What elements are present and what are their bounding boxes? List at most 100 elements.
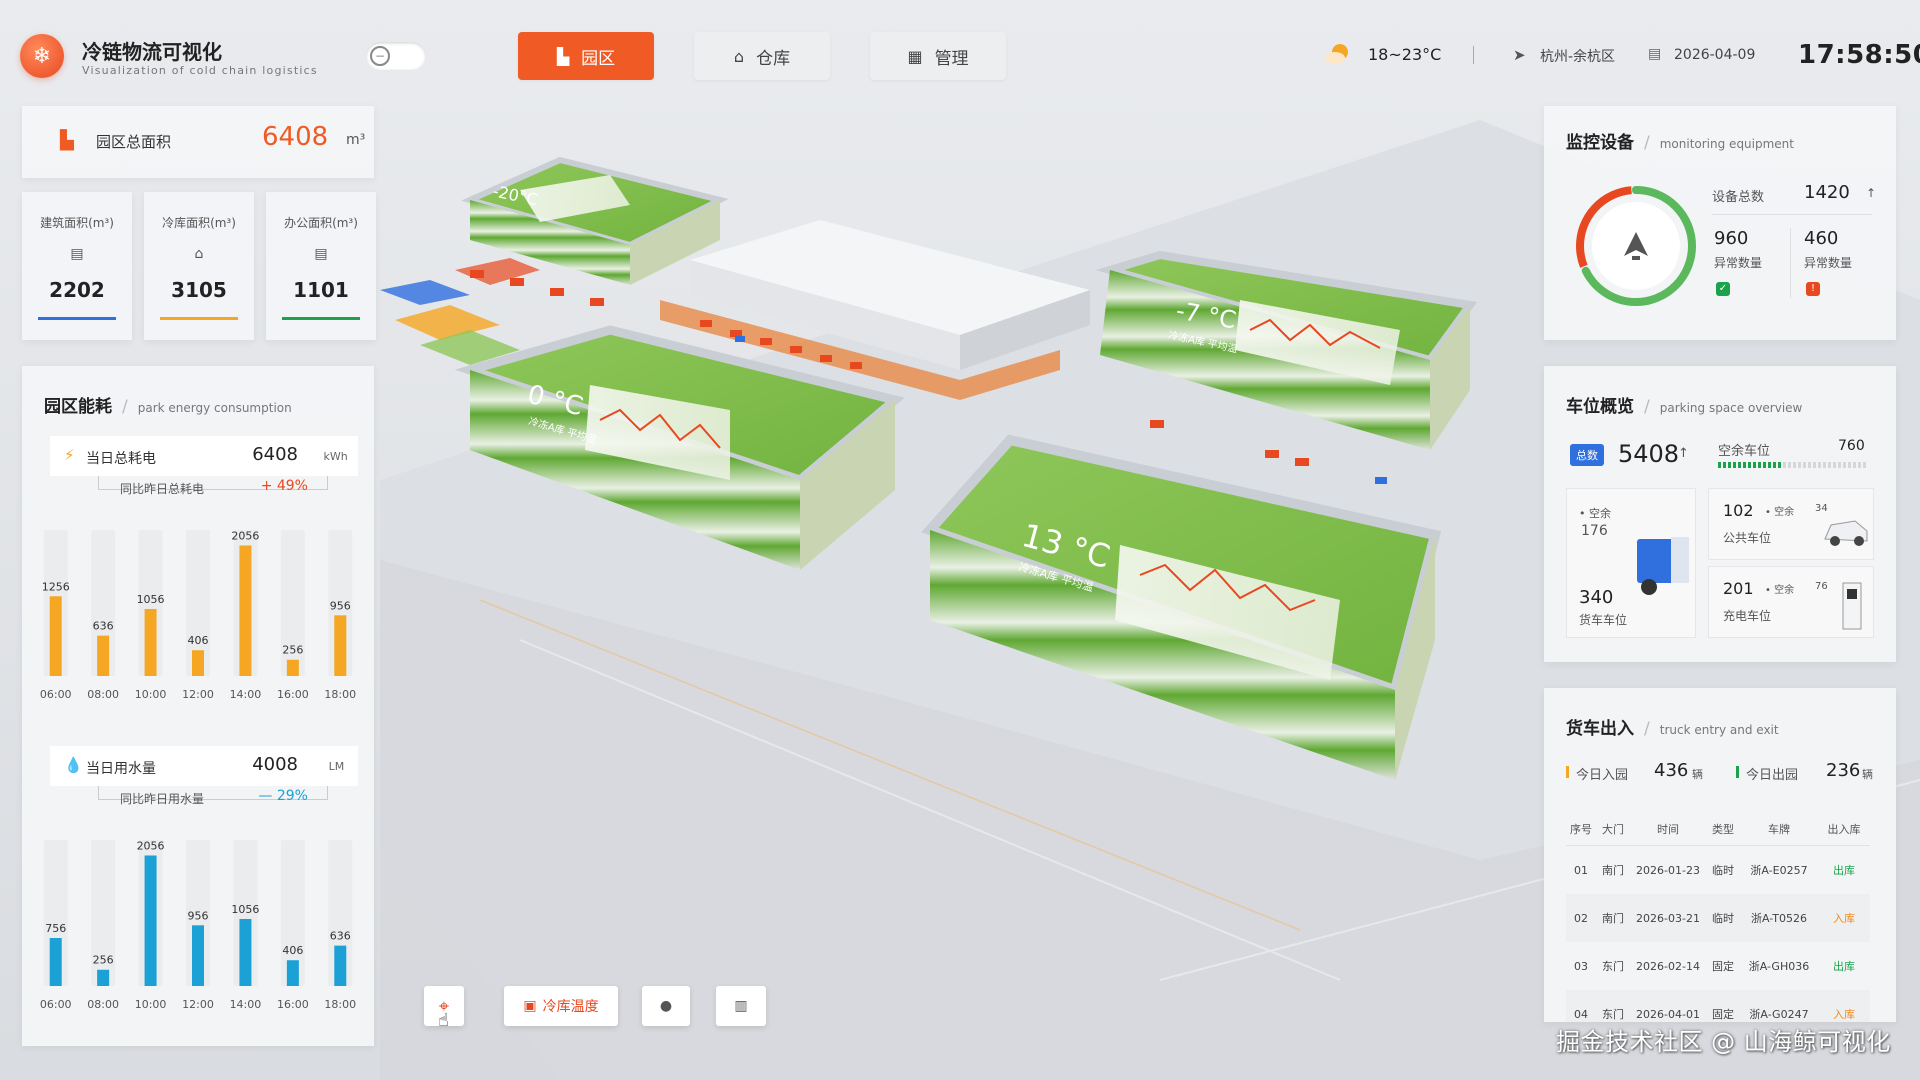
progress-dot [1813,462,1816,468]
truck-title-text: 货车出入 [1566,719,1634,739]
progress-dot [1723,462,1726,468]
charging-parking-card[interactable]: 201 • 空余 76 充电车位 [1708,566,1874,638]
table-row[interactable]: 02 南门 2026-03-21 临时 浙A-T0526 入库 [1566,894,1870,942]
bar[interactable] [144,608,157,676]
building-button[interactable]: ▥ [716,986,766,1026]
truck-spaces-label: 货车车位 [1579,613,1628,627]
bar[interactable] [192,925,204,986]
tab-manage[interactable]: ▦ 管理 [870,32,1006,80]
charging-station-icon [1842,582,1862,630]
power-value: 6408 [252,444,298,465]
progress-dot [1763,462,1766,468]
water-button[interactable]: ● [642,986,690,1026]
progress-dot [1728,462,1731,468]
row-index: 04 [1574,1007,1588,1021]
row-gate: 南门 [1602,912,1624,925]
water-bar-chart: 756 06:00 256 08:00 2056 10:00 956 12:00 1056 14:… [40,839,356,1011]
office-area-label: 办公面积(m³) [284,216,358,230]
table-header: 序号 大门 时间 类型 车牌 出入库 [1566,812,1870,846]
building-area-value: 2202 [49,278,105,302]
clock-time: 17:58:50 [1798,40,1920,70]
bar[interactable] [239,545,252,676]
progress-dot [1858,462,1861,468]
bar-value-label: 956 [188,909,209,922]
progress-dot [1798,462,1801,468]
total-area-value: 6408 [262,122,329,152]
bar[interactable] [97,969,110,986]
total-area-panel: ▙ 园区总面积 6408 m³ [22,106,374,178]
truck-spaces-value: 340 [1579,587,1614,608]
public-parking-card[interactable]: 102 • 空余 34 公共车位 [1708,488,1874,560]
row-type: 固定 [1712,1008,1734,1021]
building-area-label: 建筑面积(m³) [40,216,114,230]
building-area-card: 建筑面积(m³) ▤ 2202 [22,192,132,340]
bar[interactable] [286,960,299,986]
row-plate: 浙A-GH036 [1748,960,1810,973]
table-row[interactable]: 03 东门 2026-02-14 固定 浙A-GH036 出库 [1566,942,1870,990]
row-type: 临时 [1712,864,1734,877]
up-arrow-icon: ↑ [1866,186,1877,200]
theme-toggle[interactable]: − [366,42,426,70]
tab-park[interactable]: ▙ 园区 [518,32,654,80]
bar[interactable] [97,635,110,676]
watermark: 掘金技术社区 @ 山海鲸可视化 [1556,1028,1891,1056]
bar-value-label: 1056 [137,593,165,606]
water-compare-row: 同比昨日用水量 — 29% [50,786,358,812]
water-compare-label: 同比昨日用水量 [120,792,205,806]
location-arrow-icon: ➤ [1513,46,1526,64]
total-devices-label: 设备总数 [1712,190,1765,205]
bar[interactable] [239,918,252,986]
table-row[interactable]: 01 南门 2026-01-23 临时 浙A-E0257 出库 [1566,846,1870,894]
row-plate: 浙A-G0247 [1749,1008,1809,1021]
table-row[interactable]: 04 东门 2026-04-01 固定 浙A-G0247 入库 [1566,990,1870,1022]
calendar-icon: ▤ [1648,46,1662,62]
abnormal-count-label: 异常数量 [1804,256,1853,270]
truck-free-label: • 空余 [1579,507,1611,520]
charging-free-label-text: 空余 [1774,585,1795,596]
today-in-unit: 辆 [1692,768,1703,781]
progress-dot [1778,462,1781,468]
truck-title: 货车出入 / truck entry and exit [1566,714,1779,739]
monitor-panel: 监控设备 / monitoring equipment 设备总数 1420 ↑ 96… [1544,106,1896,340]
progress-dot [1818,462,1821,468]
tab-warehouse[interactable]: ⌂ 仓库 [694,32,830,80]
energy-title: 园区能耗 / park energy consumption [44,392,292,417]
bar[interactable] [144,855,157,986]
progress-dot [1838,462,1841,468]
water-metric-row: 💧 当日用水量 4008 LM [50,746,358,786]
charging-free-value: 76 [1815,581,1828,592]
toggle-knob-icon: − [370,46,390,66]
water-label: 当日用水量 [86,761,156,777]
progress-dot [1843,462,1846,468]
x-tick-label: 18:00 [324,998,356,1011]
bar[interactable] [192,650,204,676]
parking-subtitle: parking space overview [1659,401,1803,415]
bar[interactable] [334,615,347,676]
cold-storage-area-card: 冷库面积(m³) ⌂ 3105 [144,192,254,340]
bar[interactable] [286,659,299,676]
bar[interactable] [49,596,62,676]
row-time: 2026-03-21 [1636,911,1700,925]
monitor-divider [1712,214,1872,215]
truck-table: 序号 大门 时间 类型 车牌 出入库 01 南门 2026-01-23 临时 浙… [1566,812,1870,1022]
progress-dot [1733,462,1736,468]
sun-cloud-icon [1325,44,1348,64]
progress-dot [1738,462,1741,468]
row-type: 固定 [1712,960,1734,973]
public-spaces-value: 102 [1723,501,1754,520]
progress-dot [1823,462,1826,468]
bar[interactable] [334,945,347,986]
cold-storage-temp-button[interactable]: ▣ 冷库温度 [504,986,618,1026]
bar-value-label: 636 [93,620,114,633]
bar[interactable] [49,938,62,986]
x-tick-label: 10:00 [135,998,167,1011]
progress-dot [1753,462,1756,468]
lightning-icon: ⚡ [64,446,75,464]
x-tick-label: 06:00 [40,998,72,1011]
row-type: 临时 [1712,912,1734,925]
x-tick-label: 12:00 [182,688,214,701]
progress-dot [1783,462,1786,468]
bar-value-label: 956 [330,599,351,612]
truck-parking-card[interactable]: • 空余 176 340 货车车位 [1566,488,1696,638]
x-tick-label: 18:00 [324,688,356,701]
